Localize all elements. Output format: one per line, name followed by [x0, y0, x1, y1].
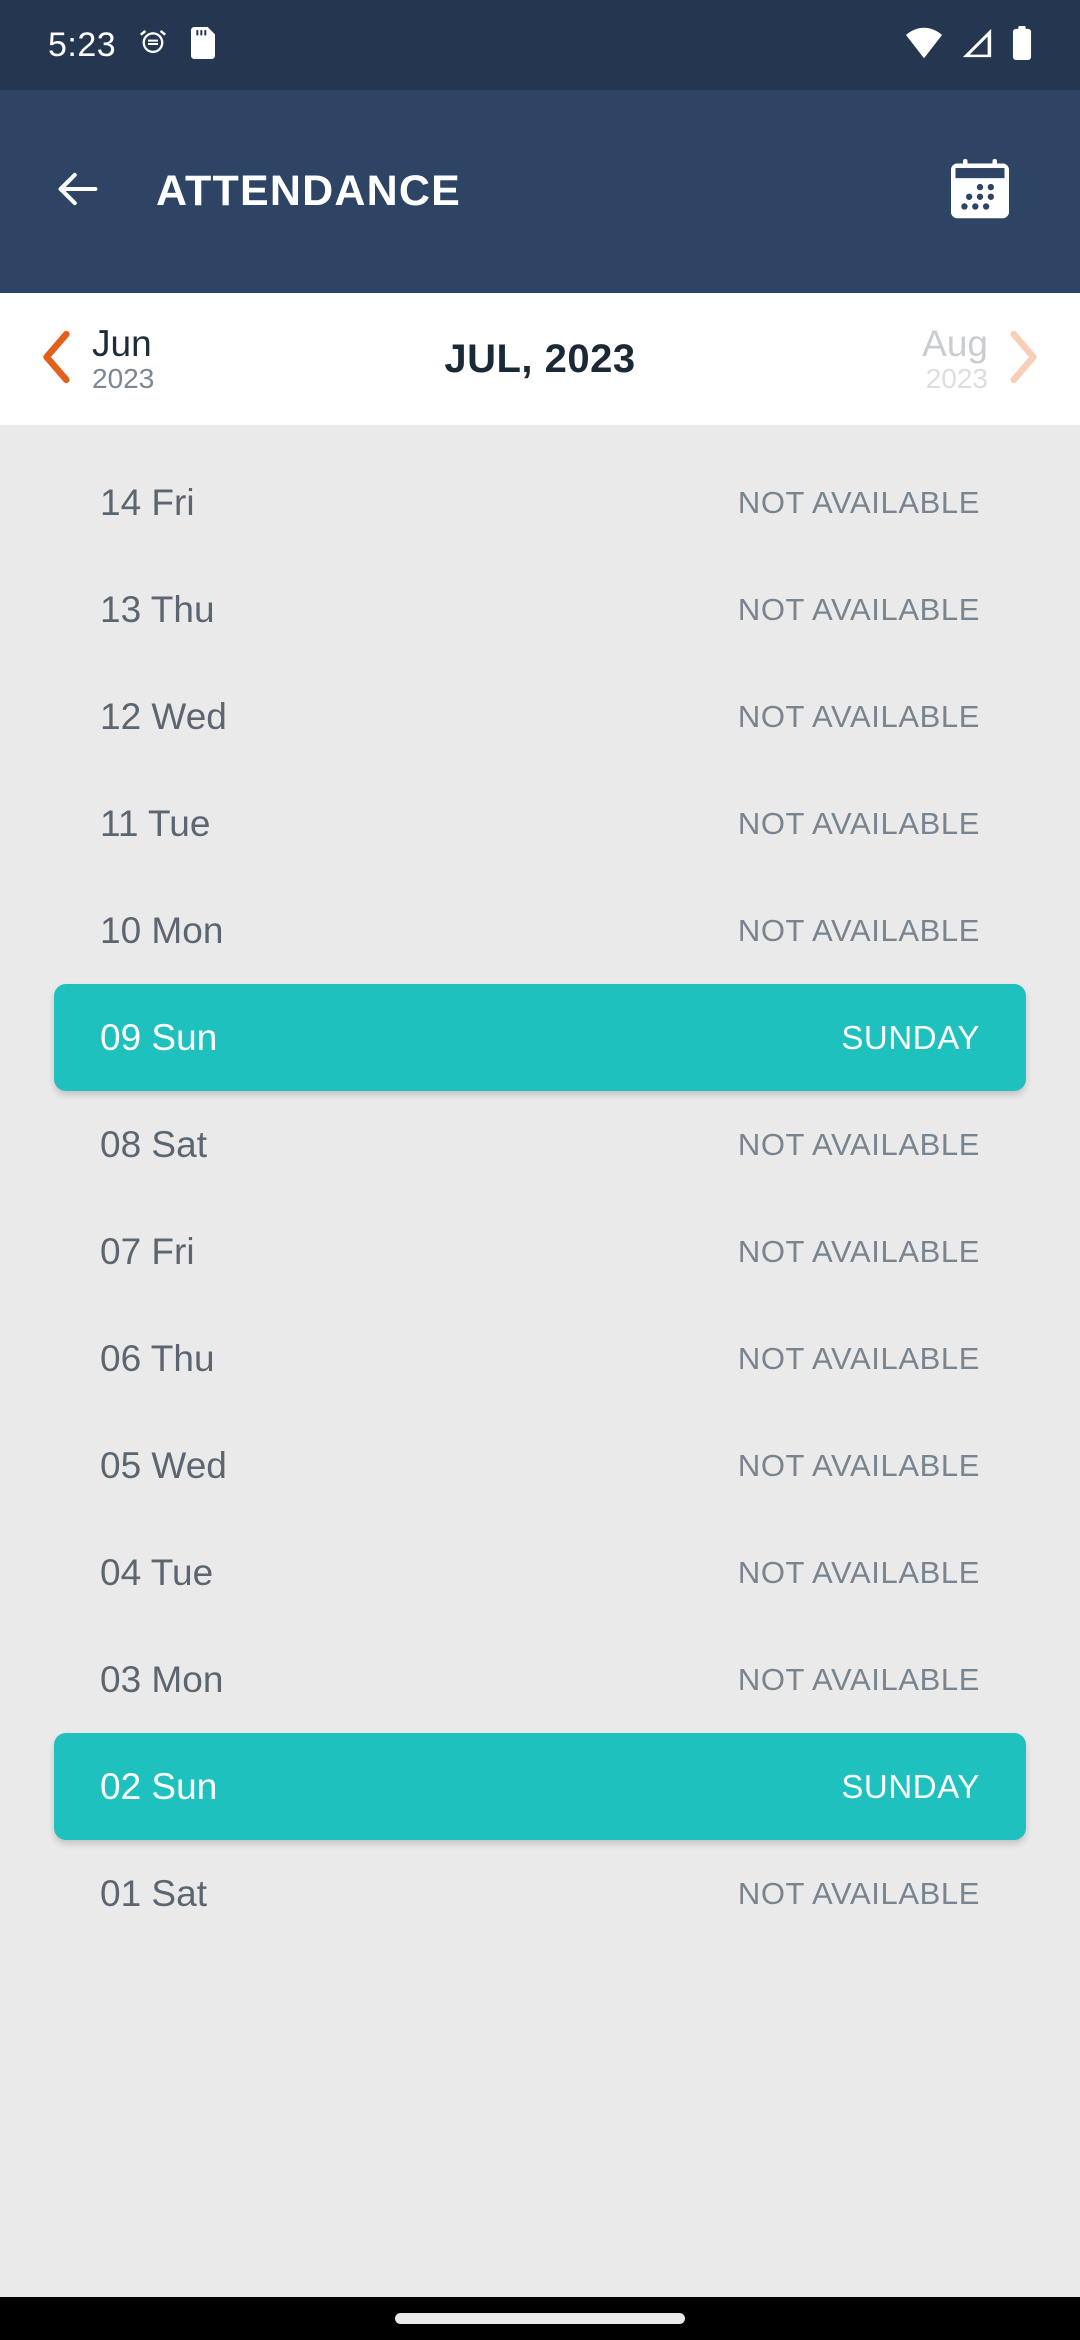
- attendance-row-status: SUNDAY: [841, 1767, 980, 1805]
- attendance-row-status: NOT AVAILABLE: [737, 1661, 980, 1697]
- month-navigation: Jun 2023 JUL, 2023 Aug 2023: [0, 293, 1080, 425]
- page-title: ATTENDANCE: [156, 167, 462, 215]
- attendance-row[interactable]: 03 Mon NOT AVAILABLE: [0, 1626, 1080, 1733]
- attendance-row-holiday[interactable]: 09 Sun SUNDAY: [54, 984, 1026, 1091]
- attendance-row-status: NOT AVAILABLE: [737, 591, 980, 627]
- attendance-row-date: 13 Thu: [100, 588, 215, 630]
- battery-icon: [1012, 25, 1032, 65]
- sd-card-icon: [190, 26, 216, 64]
- attendance-row-date: 10 Mon: [100, 909, 224, 951]
- system-navigation-bar: [0, 2297, 1080, 2340]
- attendance-row-date: 05 Wed: [100, 1444, 227, 1486]
- attendance-row[interactable]: 05 Wed NOT AVAILABLE: [0, 1412, 1080, 1519]
- attendance-row-status: NOT AVAILABLE: [737, 1447, 980, 1483]
- attendance-row[interactable]: 07 Fri NOT AVAILABLE: [0, 1198, 1080, 1305]
- attendance-row[interactable]: 13 Thu NOT AVAILABLE: [0, 556, 1080, 663]
- attendance-row[interactable]: 12 Wed NOT AVAILABLE: [0, 663, 1080, 770]
- attendance-row-status: NOT AVAILABLE: [737, 1126, 980, 1162]
- attendance-row[interactable]: 08 Sat NOT AVAILABLE: [0, 1091, 1080, 1198]
- attendance-row-status: NOT AVAILABLE: [737, 1233, 980, 1269]
- current-month-label: JUL, 2023: [444, 336, 636, 381]
- attendance-row-status: NOT AVAILABLE: [737, 484, 980, 520]
- attendance-row[interactable]: 06 Thu NOT AVAILABLE: [0, 1305, 1080, 1412]
- status-time: 5:23: [48, 25, 117, 64]
- attendance-row-date: 06 Thu: [100, 1337, 215, 1379]
- phone-screen: 5:23 ATTENDANCE Jun 2023 JUL, 2023 Aug 2…: [0, 0, 1080, 2340]
- attendance-row-status: NOT AVAILABLE: [737, 1554, 980, 1590]
- attendance-row-date: 02 Sun: [100, 1765, 218, 1807]
- status-bar-right: [906, 25, 1032, 65]
- back-button[interactable]: [24, 138, 132, 246]
- attendance-row-holiday[interactable]: 02 Sun SUNDAY: [54, 1733, 1026, 1840]
- calendar-icon: [947, 156, 1013, 227]
- attendance-row-date: 04 Tue: [100, 1551, 214, 1593]
- attendance-row-date: 14 Fri: [100, 481, 195, 523]
- attendance-row[interactable]: 04 Tue NOT AVAILABLE: [0, 1519, 1080, 1626]
- attendance-row[interactable]: 11 Tue NOT AVAILABLE: [0, 770, 1080, 877]
- calendar-button[interactable]: [932, 144, 1028, 240]
- alarm-clock-icon: [138, 28, 168, 63]
- home-gesture-pill[interactable]: [395, 2313, 685, 2324]
- attendance-row[interactable]: 01 Sat NOT AVAILABLE: [0, 1840, 1080, 1947]
- attendance-row-status: NOT AVAILABLE: [737, 1875, 980, 1911]
- attendance-row-date: 01 Sat: [100, 1872, 207, 1914]
- attendance-row-status: NOT AVAILABLE: [737, 912, 980, 948]
- attendance-row-status: SUNDAY: [841, 1018, 980, 1056]
- attendance-row-date: 03 Mon: [100, 1658, 224, 1700]
- attendance-row-date: 08 Sat: [100, 1123, 207, 1165]
- attendance-row-status: NOT AVAILABLE: [737, 1340, 980, 1376]
- app-bar: ATTENDANCE: [0, 90, 1080, 293]
- status-bar: 5:23: [0, 0, 1080, 90]
- wifi-icon: [906, 27, 942, 64]
- cellular-signal-icon: [960, 27, 994, 64]
- attendance-row[interactable]: 14 Fri NOT AVAILABLE: [0, 449, 1080, 556]
- attendance-row-date: 07 Fri: [100, 1230, 195, 1272]
- attendance-row-date: 11 Tue: [100, 802, 211, 844]
- attendance-day-list[interactable]: 14 Fri NOT AVAILABLE 13 Thu NOT AVAILABLE 12…: [0, 425, 1080, 2297]
- attendance-row-date: 12 Wed: [100, 695, 227, 737]
- attendance-row-status: NOT AVAILABLE: [737, 698, 980, 734]
- attendance-row-date: 09 Sun: [100, 1016, 218, 1058]
- status-bar-left: 5:23: [48, 26, 216, 65]
- attendance-row[interactable]: 10 Mon NOT AVAILABLE: [0, 877, 1080, 984]
- back-arrow-icon: [52, 163, 104, 220]
- attendance-row-status: NOT AVAILABLE: [737, 805, 980, 841]
